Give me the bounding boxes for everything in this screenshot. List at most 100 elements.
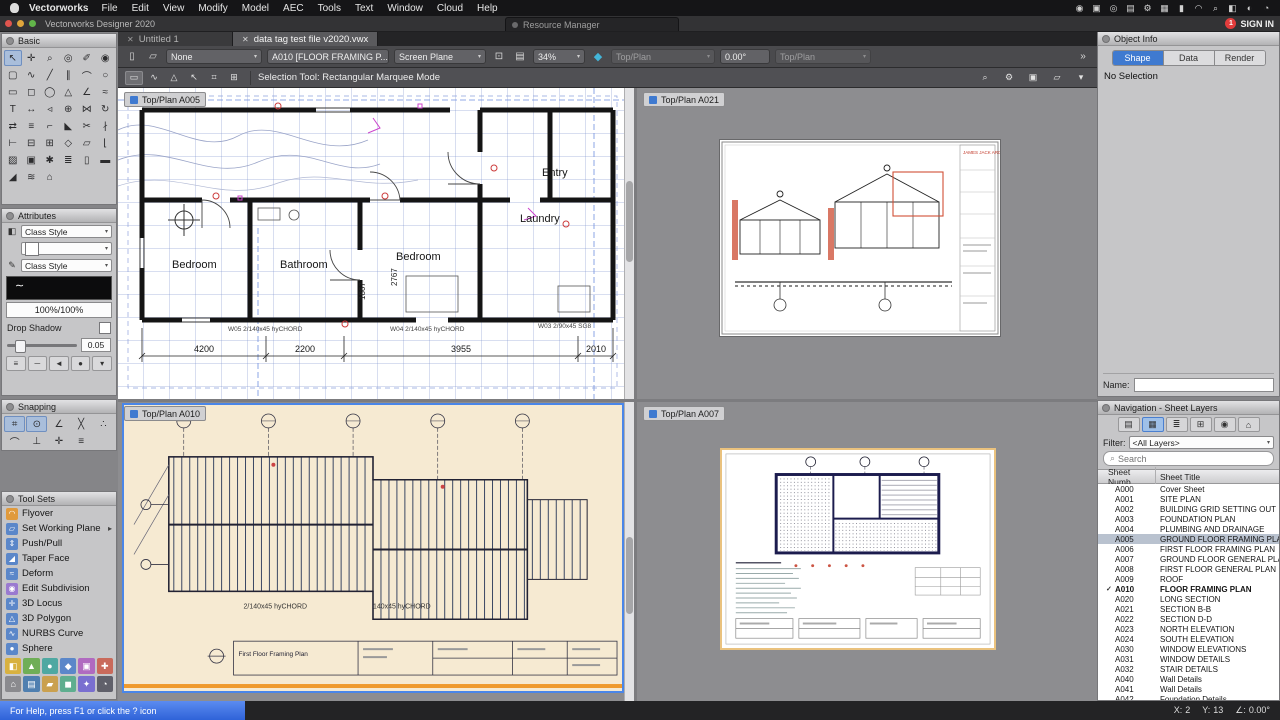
polyline-tool[interactable]: ∠ — [78, 84, 96, 100]
document-tab[interactable]: ✕ Untitled 1 — [118, 32, 233, 46]
layer-filter-dropdown[interactable]: <All Layers> ▾ — [1128, 436, 1274, 449]
drop-shadow-toggle[interactable] — [99, 322, 111, 334]
document-tab[interactable]: ✕ data tag test file v2020.vwx — [233, 32, 379, 46]
viewport-label-a007[interactable]: Top/Plan A007 — [643, 406, 726, 421]
toolbar-overflow-icon[interactable]: » — [1075, 51, 1091, 62]
toolset-3d-locus[interactable]: ✛ 3D Locus — [2, 596, 116, 611]
sheet-row[interactable]: A031 WINDOW DETAILS — [1098, 654, 1279, 664]
active-plane-dropdown[interactable]: Screen Plane ▾ — [394, 49, 486, 64]
roof-tool[interactable]: ⌂ — [41, 169, 59, 185]
toolset-deform[interactable]: ≈ Deform — [2, 566, 116, 581]
current-view-dropdown[interactable]: Top/Plan ▾ — [611, 49, 715, 64]
classes-icon[interactable]: ≣ — [1165, 417, 1188, 432]
keyboard-icon[interactable]: ▦ — [1157, 3, 1172, 14]
combine-tool[interactable]: ⊞ — [41, 135, 59, 151]
pen-style-preview[interactable]: ∼ — [6, 276, 112, 300]
menu-item[interactable]: Help — [470, 3, 505, 14]
render-settings-icon[interactable]: ▣ — [1024, 71, 1042, 85]
toolset-flyover[interactable]: ◠ Flyover — [2, 506, 116, 521]
sheet-row[interactable]: A024 SOUTH ELEVATION — [1098, 634, 1279, 644]
object-snap-icon[interactable]: ⊙ — [26, 416, 48, 432]
polygon-tool[interactable]: △ — [60, 84, 78, 100]
viewports-icon[interactable]: ⊞ — [1189, 417, 1212, 432]
sheet-row[interactable]: A042 Foundation Details — [1098, 694, 1279, 701]
slider-knob[interactable] — [15, 339, 27, 353]
intersection-snap-icon[interactable]: ╳ — [71, 416, 92, 432]
opacity-dropdown[interactable]: 100%/100% — [6, 302, 112, 318]
fill-color-dropdown[interactable]: ▾ — [21, 241, 112, 256]
pan-tool[interactable]: ✛ — [23, 50, 41, 66]
sheet-row[interactable]: A009 ROOF — [1098, 574, 1279, 584]
circle-tool[interactable]: ○ — [97, 67, 115, 83]
palette-close-icon[interactable] — [6, 494, 14, 503]
search-input[interactable] — [1118, 453, 1267, 464]
shadow-slider[interactable] — [7, 339, 77, 353]
dimension-tool[interactable]: ↔ — [23, 101, 41, 117]
hatch-tool[interactable]: ▨ — [4, 152, 22, 168]
column-tool[interactable]: ▯ — [78, 152, 96, 168]
shadow-value-field[interactable]: 0.05 — [81, 338, 111, 352]
minimize-window-icon[interactable] — [17, 20, 24, 27]
toolset-3d-polygon[interactable]: △ 3D Polygon — [2, 611, 116, 626]
smart-edge-snap-icon[interactable]: ≡ — [71, 433, 92, 449]
arrowhead-button[interactable]: ◄ — [49, 356, 69, 371]
lasso-marquee-mode-icon[interactable]: ∿ — [145, 71, 163, 85]
sheet-row[interactable]: A005 GROUND FLOOR FRAMING PLAN — [1098, 534, 1279, 544]
object-name-input[interactable] — [1133, 378, 1274, 392]
category-landscape-icon[interactable]: ◼ — [60, 676, 77, 692]
close-tab-icon[interactable]: ✕ — [242, 35, 249, 44]
folder-icon[interactable]: ▱ — [1048, 71, 1066, 85]
sheet-a007[interactable] — [720, 448, 996, 650]
sign-in-button[interactable]: 1 SIGN IN — [1225, 16, 1274, 31]
split-tool[interactable]: ∤ — [97, 118, 115, 134]
zoom-field[interactable]: 34% ▾ — [533, 49, 585, 64]
offset-tool[interactable]: ≡ — [23, 118, 41, 134]
double-line-tool[interactable]: ∥ — [60, 67, 78, 83]
gear-icon[interactable]: ⚙ — [1140, 3, 1155, 14]
category-visualization-icon[interactable]: ▰ — [41, 676, 58, 692]
design-layers-icon[interactable]: ▤ — [1117, 417, 1140, 432]
sheet-row[interactable]: A001 SITE PLAN — [1098, 494, 1279, 504]
toolset-set-working-plane[interactable]: ▱ Set Working Plane ▸ — [2, 521, 116, 536]
viewport-pane-a010[interactable]: Top/Plan A010 2/140x45 hyCHORD 140x45 hy… — [118, 402, 634, 701]
menu-item[interactable]: Cloud — [430, 3, 470, 14]
rotation-angle-field[interactable]: 0.00° — [720, 49, 770, 64]
slab-tool[interactable]: ▬ — [97, 152, 115, 168]
palette-close-icon[interactable] — [1102, 34, 1110, 43]
category-building-icon[interactable]: ◆ — [60, 658, 77, 674]
arc-tool[interactable]: ⌒ — [78, 67, 96, 83]
sheet-row[interactable]: ✓ A010 FLOOR FRAMING PLAN — [1098, 584, 1279, 594]
search-field[interactable]: ⌕ — [1103, 451, 1274, 466]
sheet-row[interactable]: A041 Wall Details — [1098, 684, 1279, 694]
vertical-scrollbar[interactable] — [624, 402, 634, 701]
visibility-tool[interactable]: ◉ — [97, 50, 115, 66]
search-icon[interactable]: ⌕ — [1208, 3, 1223, 14]
selection-tool[interactable]: ↖ — [4, 50, 22, 66]
locus-tool[interactable]: ⊕ — [60, 101, 78, 117]
distance-snap-icon[interactable]: ∴ — [93, 416, 114, 432]
sheet-row[interactable]: A030 WINDOW ELEVATIONS — [1098, 644, 1279, 654]
drawing-canvas[interactable]: Top/Plan A005 Bedroom Bathroom Bedroom L… — [118, 88, 1097, 701]
tangent-snap-icon[interactable]: ⌒ — [4, 433, 25, 449]
category-misc-icon[interactable]: ◔ — [96, 676, 113, 692]
object-info-tab[interactable]: Data — [1163, 51, 1215, 65]
line-tool[interactable]: ╱ — [41, 67, 59, 83]
oval-tool[interactable]: ◯ — [41, 84, 59, 100]
pen-icon[interactable]: ✎ — [6, 260, 18, 271]
layer-options-icon[interactable]: ▤ — [512, 51, 528, 62]
references-icon[interactable]: ⌂ — [1237, 417, 1260, 432]
sheet-row[interactable]: A004 PLUMBING AND DRAINAGE — [1098, 524, 1279, 534]
sheet-row[interactable]: A032 STAIR DETAILS — [1098, 664, 1279, 674]
wifi-icon[interactable]: ◠ — [1191, 3, 1206, 14]
fill-style-dropdown[interactable]: Class Style ▾ — [21, 225, 112, 238]
palette-close-icon[interactable] — [6, 402, 14, 411]
move-by-points-tool[interactable]: ⇄ — [4, 118, 22, 134]
float-close-icon[interactable] — [512, 21, 518, 28]
gear-icon[interactable]: ⚙ — [1000, 71, 1018, 85]
magnifier-icon[interactable]: ⌕ — [976, 71, 994, 85]
image-tool[interactable]: ▣ — [23, 152, 41, 168]
line-thickness-button[interactable]: ≡ — [6, 356, 26, 371]
category-dims-icon[interactable]: ✚ — [96, 658, 113, 674]
toolset-sphere[interactable]: ● Sphere — [2, 641, 116, 656]
grid-snap-icon[interactable]: ⌗ — [4, 416, 26, 432]
